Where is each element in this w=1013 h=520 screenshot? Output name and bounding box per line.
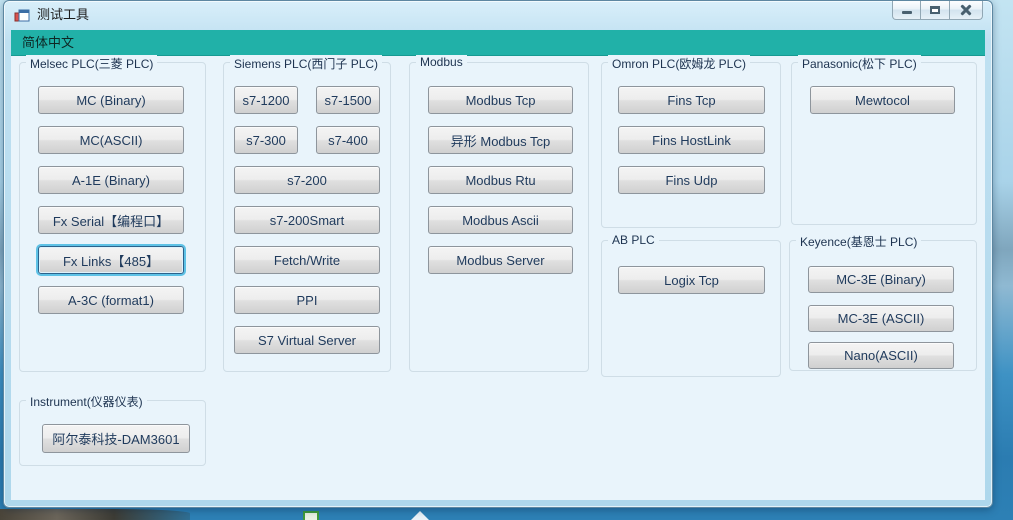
button-s7-300[interactable]: s7-300 <box>234 126 298 154</box>
button-s7-200smart[interactable]: s7-200Smart <box>234 206 380 234</box>
button-mc-ascii[interactable]: MC(ASCII) <box>38 126 184 154</box>
group-panasonic-plc: Panasonic(松下 PLC) Mewtocol <box>791 62 977 225</box>
button-s7-virtual-server[interactable]: S7 Virtual Server <box>234 326 380 354</box>
button-mc-binary[interactable]: MC (Binary) <box>38 86 184 114</box>
desktop-icon[interactable] <box>411 511 429 520</box>
button-fins-udp[interactable]: Fins Udp <box>618 166 765 194</box>
group-keyence-plc: Keyence(基恩士 PLC) MC-3E (Binary) MC-3E (A… <box>789 240 977 371</box>
group-melsec-plc: Melsec PLC(三菱 PLC) MC (Binary) MC(ASCII)… <box>19 62 206 372</box>
maximize-icon <box>930 6 940 14</box>
group-ab-plc: AB PLC Logix Tcp <box>601 240 781 377</box>
button-alien-modbus-tcp[interactable]: 异形 Modbus Tcp <box>428 126 573 154</box>
app-icon <box>14 8 30 24</box>
group-title: Modbus <box>416 55 467 69</box>
button-a1e-binary[interactable]: A-1E (Binary) <box>38 166 184 194</box>
button-fins-hostlink[interactable]: Fins HostLink <box>618 126 765 154</box>
button-fx-serial[interactable]: Fx Serial【编程口】 <box>38 206 184 234</box>
minimize-button[interactable] <box>892 1 921 20</box>
button-a3c-format1[interactable]: A-3C (format1) <box>38 286 184 314</box>
button-mc3e-ascii[interactable]: MC-3E (ASCII) <box>808 305 954 332</box>
group-title: AB PLC <box>608 233 659 247</box>
window-title: 测试工具 <box>37 1 89 29</box>
group-siemens-plc: Siemens PLC(西门子 PLC) s7-1200 s7-1500 s7-… <box>223 62 391 372</box>
button-fins-tcp[interactable]: Fins Tcp <box>618 86 765 114</box>
group-omron-plc: Omron PLC(欧姆龙 PLC) Fins Tcp Fins HostLin… <box>601 62 781 228</box>
group-title: Instrument(仪器仪表) <box>26 393 147 410</box>
menu-item-language[interactable]: 简体中文 <box>11 30 85 56</box>
button-fetch-write[interactable]: Fetch/Write <box>234 246 380 274</box>
button-s7-1200[interactable]: s7-1200 <box>234 86 298 114</box>
minimize-icon <box>902 11 912 14</box>
group-title: Melsec PLC(三菱 PLC) <box>26 55 157 72</box>
group-instrument: Instrument(仪器仪表) 阿尔泰科技-DAM3601 <box>19 400 206 466</box>
button-logix-tcp[interactable]: Logix Tcp <box>618 266 765 294</box>
button-dam3601[interactable]: 阿尔泰科技-DAM3601 <box>42 424 190 453</box>
group-title: Panasonic(松下 PLC) <box>798 55 921 72</box>
maximize-button[interactable] <box>921 1 950 20</box>
close-icon <box>961 5 972 16</box>
window-controls <box>892 1 983 20</box>
group-title: Omron PLC(欧姆龙 PLC) <box>608 55 750 72</box>
button-modbus-tcp[interactable]: Modbus Tcp <box>428 86 573 114</box>
close-button[interactable] <box>950 1 983 20</box>
button-s7-1500[interactable]: s7-1500 <box>316 86 380 114</box>
button-modbus-ascii[interactable]: Modbus Ascii <box>428 206 573 234</box>
button-ppi[interactable]: PPI <box>234 286 380 314</box>
desktop-background-rocks <box>0 509 190 520</box>
button-modbus-rtu[interactable]: Modbus Rtu <box>428 166 573 194</box>
group-title: Siemens PLC(西门子 PLC) <box>230 55 382 72</box>
desktop-icon[interactable] <box>303 511 319 520</box>
button-fx-links-485[interactable]: Fx Links【485】 <box>38 246 184 274</box>
app-window: 测试工具 简体中文 Melsec PLC(三菱 PLC) MC (Binary)… <box>3 0 993 508</box>
button-mc3e-binary[interactable]: MC-3E (Binary) <box>808 266 954 293</box>
button-s7-200[interactable]: s7-200 <box>234 166 380 194</box>
menubar: 简体中文 <box>11 30 985 56</box>
client-area: Melsec PLC(三菱 PLC) MC (Binary) MC(ASCII)… <box>11 56 985 500</box>
button-mewtocol[interactable]: Mewtocol <box>810 86 955 114</box>
button-modbus-server[interactable]: Modbus Server <box>428 246 573 274</box>
button-nano-ascii[interactable]: Nano(ASCII) <box>808 342 954 369</box>
group-modbus: Modbus Modbus Tcp 异形 Modbus Tcp Modbus R… <box>409 62 589 372</box>
titlebar[interactable]: 测试工具 <box>4 1 992 30</box>
group-title: Keyence(基恩士 PLC) <box>796 233 921 250</box>
button-s7-400[interactable]: s7-400 <box>316 126 380 154</box>
